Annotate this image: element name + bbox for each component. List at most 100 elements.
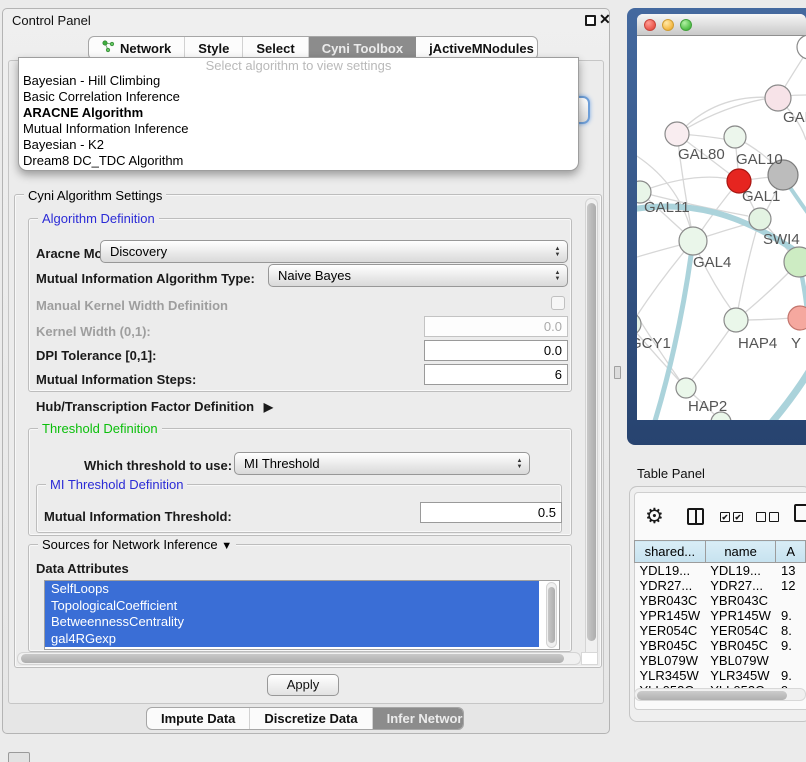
list-item[interactable]: gal4RGexp [45, 631, 539, 648]
tab-discretize-data-label: Discretize Data [264, 711, 357, 726]
algorithm-dropdown-popup: Select algorithm to view settings Bayesi… [18, 57, 579, 171]
mi-algorithm-type-combobox[interactable]: Naive Bayes ▲▼ [268, 264, 568, 287]
node-table[interactable]: shared... name A YDL19...YDL19...13 YDR2… [634, 540, 806, 698]
tab-select-label: Select [256, 41, 294, 56]
aracne-mode-value: Discovery [101, 244, 551, 259]
cyni-algorithm-settings-title: Cyni Algorithm Settings [24, 188, 166, 203]
close-icon[interactable]: ✕ [599, 11, 611, 28]
tab-network-label: Network [120, 41, 171, 56]
menu-item[interactable]: Bayesian - K2 [19, 137, 578, 153]
table-row[interactable]: YBR045CYBR045C9. [635, 638, 806, 653]
node-label: GAL [783, 109, 806, 126]
table-row[interactable]: YER054CYER054C8. [635, 623, 806, 638]
expand-triangle-icon: ▶ [258, 400, 273, 414]
tab-discretize-data[interactable]: Discretize Data [250, 708, 372, 729]
settings-vertical-scrollbar[interactable] [585, 198, 598, 662]
network-icon [102, 40, 115, 56]
menu-item[interactable]: Mutual Information Inference [19, 121, 578, 137]
deselect-all-columns-icon[interactable] [756, 512, 779, 522]
spinner-arrows-icon: ▲▼ [551, 270, 567, 282]
select-all-columns-icon[interactable]: ✔ ✔ [720, 512, 743, 522]
table-row[interactable]: YDL19...YDL19...13 [635, 563, 806, 579]
mi-algorithm-type-value: Naive Bayes [269, 268, 551, 283]
sources-group-title[interactable]: Sources for Network Inference ▼ [38, 537, 236, 552]
column-layout-icon[interactable] [687, 508, 704, 525]
mi-threshold-group-title: MI Threshold Definition [46, 477, 187, 492]
cyni-bottom-tabbar: Impute Data Discretize Data Infer Networ… [146, 707, 464, 730]
manual-kernel-width-checkbox[interactable] [551, 296, 565, 310]
node-label: Y [791, 335, 801, 352]
menu-item[interactable]: Basic Correlation Inference [19, 89, 578, 105]
node-label: GAL4 [693, 254, 731, 271]
export-table-icon[interactable] [794, 504, 806, 522]
network-window-titlebar[interactable] [637, 14, 806, 36]
minimize-traffic-light[interactable] [662, 19, 674, 31]
scrollbar-corner [581, 652, 598, 665]
node-label: GCY1 [637, 335, 671, 352]
table-row[interactable]: YBL079WYBL079W [635, 653, 806, 668]
split-pane-divider-handle[interactable] [614, 366, 621, 379]
minimized-panel-icon[interactable] [8, 752, 30, 762]
column-header-shared-name[interactable]: shared... [635, 541, 706, 563]
tab-jactivemnodules[interactable]: jActiveMNodules [416, 37, 538, 59]
tab-network[interactable]: Network [89, 37, 185, 59]
checked-box-icon: ✔ [720, 512, 730, 522]
menu-item[interactable]: Dream8 DC_TDC Algorithm [19, 153, 578, 169]
list-item[interactable]: TopologicalCoefficient [45, 598, 539, 615]
control-panel-title: Control Panel [12, 13, 91, 28]
unchecked-box-icon [769, 512, 779, 522]
node-label: GAL1 [742, 188, 780, 205]
tab-cyni-toolbox-label: Cyni Toolbox [322, 41, 403, 56]
menu-item-selected[interactable]: ARACNE Algorithm [19, 105, 578, 121]
column-header-name[interactable]: name [705, 541, 776, 563]
apply-button[interactable]: Apply [267, 674, 339, 696]
dpi-tolerance-label: DPI Tolerance [0,1]: [36, 348, 156, 363]
tab-infer-network[interactable]: Infer Network [373, 708, 464, 729]
close-traffic-light[interactable] [644, 19, 656, 31]
table-header-row: shared... name A [635, 541, 806, 563]
settings-horizontal-scrollbar[interactable] [17, 652, 581, 665]
tab-infer-network-label: Infer Network [387, 711, 464, 726]
table-row[interactable]: YDR27...YDR27...12 [635, 578, 806, 593]
table-row[interactable]: YPR145WYPR145W9. [635, 608, 806, 623]
spinner-arrows-icon: ▲▼ [513, 458, 529, 470]
dpi-tolerance-field[interactable]: 0.0 [424, 340, 568, 361]
data-attributes-list[interactable]: SelfLoops TopologicalCoefficient Between… [44, 580, 560, 650]
network-window[interactable]: GAL GAL80 GAL10 GAL1 GAL11 SWI4 GAL4 GCY… [637, 14, 806, 420]
popup-placeholder: Select algorithm to view settings [19, 58, 578, 73]
table-row[interactable]: YLR345WYLR345W9. [635, 668, 806, 683]
manual-kernel-width-label: Manual Kernel Width Definition [36, 298, 228, 313]
which-threshold-combobox[interactable]: MI Threshold ▲▼ [234, 452, 530, 475]
node-label: GAL80 [678, 146, 725, 163]
mi-steps-field[interactable]: 6 [424, 364, 568, 385]
tab-impute-data[interactable]: Impute Data [147, 708, 250, 729]
spinner-arrows-icon: ▲▼ [551, 246, 567, 258]
menu-item[interactable]: Bayesian - Hill Climbing [19, 73, 578, 89]
hub-definition-toggle[interactable]: Hub/Transcription Factor Definition ▶ [36, 399, 273, 414]
tab-cyni-toolbox[interactable]: Cyni Toolbox [309, 37, 416, 59]
tab-style[interactable]: Style [185, 37, 243, 59]
checked-box-icon: ✔ [733, 512, 743, 522]
list-item[interactable]: BetweennessCentrality [45, 614, 539, 631]
unchecked-box-icon [756, 512, 766, 522]
mi-threshold-field[interactable]: 0.5 [420, 502, 562, 523]
zoom-traffic-light[interactable] [680, 19, 692, 31]
tab-select[interactable]: Select [243, 37, 308, 59]
attributes-list-scrollbar[interactable] [546, 582, 557, 648]
network-canvas[interactable]: GAL GAL80 GAL10 GAL1 GAL11 SWI4 GAL4 GCY… [637, 36, 806, 420]
table-horizontal-scrollbar[interactable] [634, 688, 806, 701]
node-label: HAP2 [688, 398, 727, 415]
gear-icon[interactable]: ⚙ [645, 504, 664, 529]
kernel-width-label: Kernel Width (0,1): [36, 324, 151, 339]
list-item[interactable]: SelfLoops [45, 581, 539, 598]
table-panel-title: Table Panel [637, 466, 705, 481]
node-label: SWI4 [763, 231, 800, 248]
tab-jactivemnodules-label: jActiveMNodules [429, 41, 534, 56]
sources-title-label: Sources for Network Inference [42, 537, 218, 552]
kernel-width-field[interactable]: 0.0 [424, 316, 568, 337]
threshold-definition-title: Threshold Definition [38, 421, 162, 436]
table-row[interactable]: YBR043CYBR043C [635, 593, 806, 608]
aracne-mode-combobox[interactable]: Discovery ▲▼ [100, 240, 568, 263]
float-window-icon[interactable] [585, 15, 596, 26]
column-header-partial[interactable]: A [776, 541, 806, 563]
